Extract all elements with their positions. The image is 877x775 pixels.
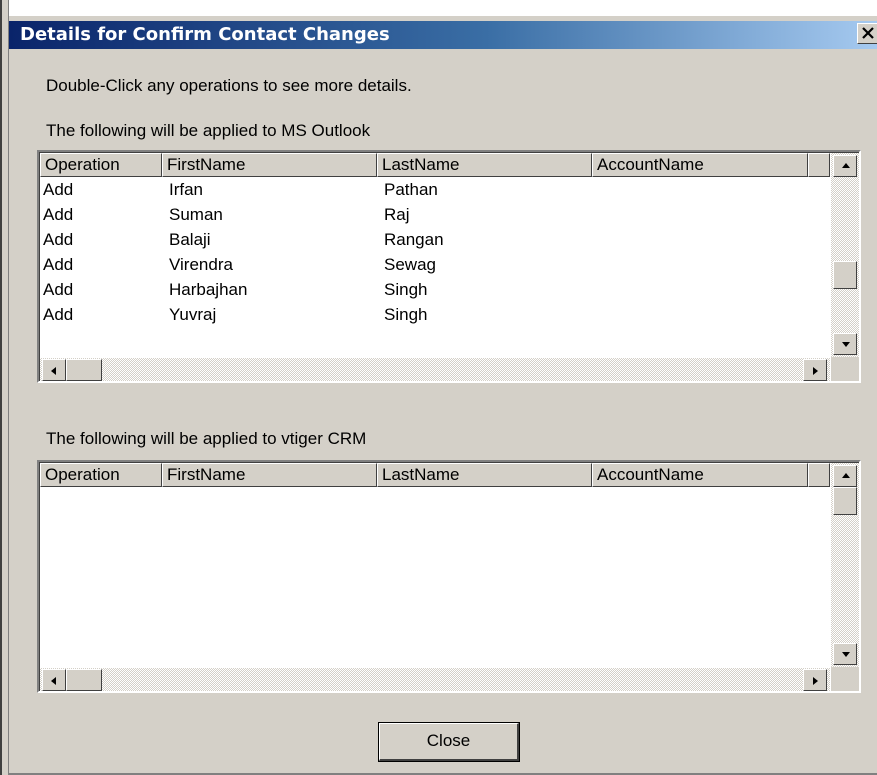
- scroll-thumb[interactable]: [66, 359, 102, 381]
- vtiger-section-label: The following will be applied to vtiger …: [46, 429, 367, 448]
- close-button[interactable]: Close: [378, 722, 520, 762]
- close-icon: [862, 27, 874, 39]
- arrow-left-icon: [51, 677, 56, 685]
- column-header-lastname[interactable]: LastName: [377, 463, 592, 487]
- cell-lastname: Rangan: [384, 230, 444, 249]
- column-header-accountname[interactable]: AccountName: [592, 463, 808, 487]
- table-row[interactable]: Add Irfan Pathan: [40, 177, 830, 202]
- cell-operation: Add: [43, 230, 74, 249]
- arrow-right-icon: [813, 677, 818, 685]
- cell-operation: Add: [43, 305, 74, 324]
- scroll-thumb[interactable]: [833, 261, 857, 289]
- instructions-text: Double-Click any operations to see more …: [46, 76, 412, 95]
- cell-lastname: Pathan: [384, 180, 438, 199]
- cell-firstname: Virendra: [169, 255, 233, 274]
- vtiger-horizontal-scrollbar[interactable]: [40, 668, 830, 691]
- window-title: Details for Confirm Contact Changes: [20, 24, 390, 45]
- scroll-corner: [831, 357, 859, 381]
- outlook-section-label: The following will be applied to MS Outl…: [46, 121, 371, 140]
- arrow-down-icon: [842, 342, 850, 347]
- column-header-operation[interactable]: Operation: [40, 153, 162, 177]
- table-row[interactable]: Add Balaji Rangan: [40, 227, 830, 252]
- outlook-list-header: Operation FirstName LastName AccountName: [40, 153, 830, 177]
- arrow-down-icon: [842, 652, 850, 657]
- cell-accountname: [596, 277, 599, 302]
- cell-accountname: [596, 252, 599, 277]
- scroll-down-button[interactable]: [833, 643, 857, 665]
- cell-lastname: Sewag: [384, 255, 436, 274]
- cell-accountname: [596, 202, 599, 227]
- arrow-up-icon: [842, 473, 850, 478]
- window-left-edge-shadow: [0, 0, 2, 775]
- cell-lastname: Raj: [384, 205, 410, 224]
- desktop-strip: [0, 0, 877, 16]
- scroll-left-button[interactable]: [42, 669, 66, 691]
- title-close-button[interactable]: [857, 23, 877, 44]
- scroll-thumb[interactable]: [66, 669, 102, 691]
- scroll-down-button[interactable]: [833, 333, 857, 355]
- scroll-thumb[interactable]: [833, 487, 857, 515]
- cell-lastname: Singh: [384, 280, 428, 299]
- window-left-edge: [0, 0, 9, 775]
- cell-firstname: Balaji: [169, 230, 211, 249]
- cell-lastname: Singh: [384, 305, 428, 324]
- outlook-horizontal-scrollbar[interactable]: [40, 358, 830, 381]
- table-row[interactable]: Add Harbajhan Singh: [40, 277, 830, 302]
- column-header-filler: [808, 153, 830, 177]
- arrow-right-icon: [813, 367, 818, 375]
- scroll-corner: [831, 667, 859, 691]
- scroll-right-button[interactable]: [803, 359, 827, 381]
- cell-accountname: [596, 302, 599, 327]
- cell-firstname: Suman: [169, 205, 223, 224]
- scroll-right-button[interactable]: [803, 669, 827, 691]
- scroll-left-button[interactable]: [42, 359, 66, 381]
- table-row[interactable]: Add Yuvraj Singh: [40, 302, 830, 327]
- table-row[interactable]: Add Suman Raj: [40, 202, 830, 227]
- arrow-up-icon: [842, 163, 850, 168]
- cell-operation: Add: [43, 280, 74, 299]
- vtiger-vertical-scrollbar[interactable]: [831, 463, 859, 668]
- cell-operation: Add: [43, 255, 74, 274]
- column-header-operation[interactable]: Operation: [40, 463, 162, 487]
- vtiger-list-view[interactable]: Operation FirstName LastName AccountName: [37, 460, 861, 693]
- scroll-up-button[interactable]: [833, 155, 857, 177]
- column-header-firstname[interactable]: FirstName: [162, 463, 377, 487]
- outlook-vertical-scrollbar[interactable]: [831, 153, 859, 358]
- cell-operation: Add: [43, 205, 74, 224]
- outlook-list-view[interactable]: Operation FirstName LastName AccountName…: [37, 150, 861, 383]
- vtiger-list-header: Operation FirstName LastName AccountName: [40, 463, 830, 487]
- cell-accountname: [596, 177, 599, 202]
- arrow-left-icon: [51, 367, 56, 375]
- title-bar[interactable]: Details for Confirm Contact Changes: [9, 21, 877, 49]
- column-header-filler: [808, 463, 830, 487]
- dialog-window: Details for Confirm Contact Changes Doub…: [0, 0, 877, 775]
- table-row[interactable]: Add Virendra Sewag: [40, 252, 830, 277]
- cell-accountname: [596, 227, 599, 252]
- cell-firstname: Yuvraj: [169, 305, 217, 324]
- cell-firstname: Irfan: [169, 180, 204, 199]
- column-header-firstname[interactable]: FirstName: [162, 153, 377, 177]
- column-header-accountname[interactable]: AccountName: [592, 153, 808, 177]
- close-button-label: Close: [379, 723, 519, 761]
- scroll-up-button[interactable]: [833, 465, 857, 487]
- cell-operation: Add: [43, 180, 74, 199]
- column-header-lastname[interactable]: LastName: [377, 153, 592, 177]
- cell-firstname: Harbajhan: [169, 280, 248, 299]
